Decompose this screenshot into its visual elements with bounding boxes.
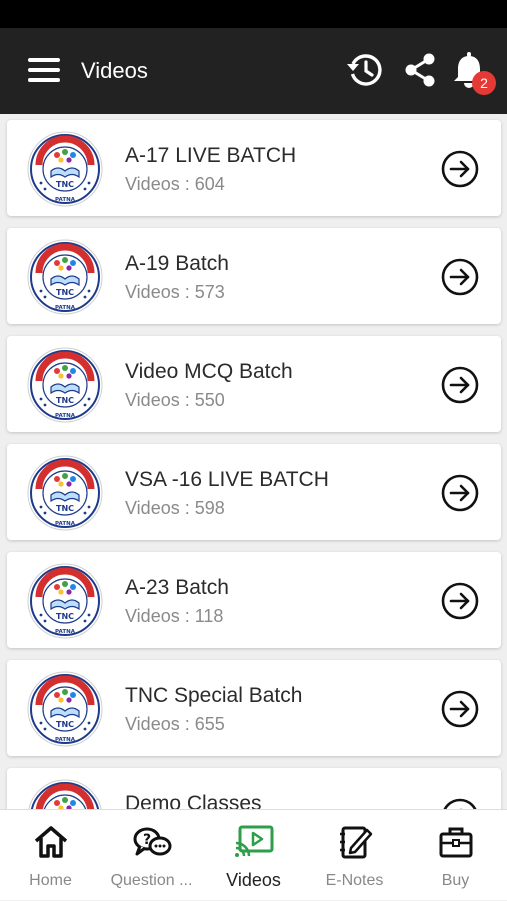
nav-videos-label: Videos: [226, 870, 281, 890]
notification-badge: 2: [472, 71, 496, 95]
batch-name: Demo Classes: [125, 792, 262, 809]
nav-enotes-label: E-Notes: [325, 872, 384, 889]
batch-name: A-17 LIVE BATCH: [125, 144, 297, 167]
nav-home-label: Home: [29, 872, 72, 889]
logo-bottom-text: PATNA: [55, 629, 76, 635]
bottom-navigation: Home ? Question ... Videos E-Notes Buy: [0, 809, 507, 900]
logo-center-text: TNC: [56, 612, 74, 621]
arrow-right-circle-icon[interactable]: [440, 257, 480, 297]
status-bar: [0, 0, 507, 28]
logo-center-text: TNC: [56, 396, 74, 405]
batch-name: VSA -16 LIVE BATCH: [125, 468, 329, 491]
home-icon: [34, 826, 68, 858]
arrow-right-circle-icon[interactable]: [440, 797, 480, 809]
video-count: Videos : 118: [125, 606, 224, 626]
nav-buy-label: Buy: [441, 872, 470, 889]
tnc-logo: TNC PATNA: [27, 239, 103, 315]
tnc-logo: TNC PATNA: [27, 455, 103, 531]
page-title: Videos: [81, 58, 148, 83]
batch-card[interactable]: TNC PATNA Video MCQ Batch Videos : 550: [7, 336, 501, 432]
logo-center-text: TNC: [56, 504, 74, 513]
logo-bottom-text: PATNA: [55, 197, 76, 203]
briefcase-icon: [439, 827, 473, 858]
notes-edit-icon: [340, 826, 373, 859]
nav-question[interactable]: ? Question ...: [101, 810, 202, 901]
tnc-logo: TNC PATNA: [27, 347, 103, 423]
batch-name: Video MCQ Batch: [125, 360, 293, 383]
video-count: Videos : 550: [125, 390, 225, 410]
nav-buy[interactable]: Buy: [405, 810, 506, 901]
arrow-right-circle-icon[interactable]: [440, 689, 480, 729]
tnc-logo: TNC PATNA: [27, 779, 103, 809]
arrow-right-circle-icon[interactable]: [440, 149, 480, 189]
logo-center-text: TNC: [56, 720, 74, 729]
video-cast-icon: [235, 825, 274, 857]
batch-card[interactable]: TNC PATNA A-23 Batch Videos : 118: [7, 552, 501, 648]
video-count: Videos : 573: [125, 282, 225, 302]
batch-card[interactable]: TNC PATNA TNC Special Batch Videos : 655: [7, 660, 501, 756]
tnc-logo: TNC PATNA: [27, 671, 103, 747]
batch-name: TNC Special Batch: [125, 684, 303, 707]
arrow-right-circle-icon[interactable]: [440, 581, 480, 621]
logo-bottom-text: PATNA: [55, 305, 76, 311]
logo-bottom-text: PATNA: [55, 737, 76, 743]
batch-card[interactable]: TNC PATNA A-19 Batch Videos : 573: [7, 228, 501, 324]
video-count: Videos : 655: [125, 714, 225, 734]
arrow-right-circle-icon[interactable]: [440, 473, 480, 513]
nav-videos[interactable]: Videos: [203, 810, 304, 901]
share-icon[interactable]: [400, 50, 440, 90]
history-icon[interactable]: [346, 50, 386, 90]
nav-enotes[interactable]: E-Notes: [304, 810, 405, 901]
tnc-logo: TNC PATNA: [27, 563, 103, 639]
tnc-logo: TNC PATNA: [27, 131, 103, 207]
batch-card[interactable]: TNC PATNA VSA -16 LIVE BATCH Videos : 59…: [7, 444, 501, 540]
logo-bottom-text: PATNA: [55, 413, 76, 419]
nav-home[interactable]: Home: [0, 810, 101, 901]
batch-card[interactable]: TNC PATNA Demo Classes: [7, 768, 501, 809]
app-bar: Videos 2: [0, 28, 507, 114]
nav-question-label: Question ...: [110, 872, 193, 889]
batch-name: A-23 Batch: [125, 576, 229, 599]
batch-card[interactable]: TNC PATNA A-17 LIVE BATCH Videos : 604: [7, 120, 501, 216]
video-count: Videos : 598: [125, 498, 225, 518]
menu-icon[interactable]: [28, 58, 60, 84]
batch-name: A-19 Batch: [125, 252, 229, 275]
logo-bottom-text: PATNA: [55, 521, 76, 527]
arrow-right-circle-icon[interactable]: [440, 365, 480, 405]
logo-center-text: TNC: [56, 180, 74, 189]
video-count: Videos : 604: [125, 174, 225, 194]
batch-list: TNC PATNA A-17 LIVE BATCH Videos : 604 T…: [0, 114, 507, 809]
question-chat-icon: ?: [133, 827, 172, 856]
logo-center-text: TNC: [56, 288, 74, 297]
